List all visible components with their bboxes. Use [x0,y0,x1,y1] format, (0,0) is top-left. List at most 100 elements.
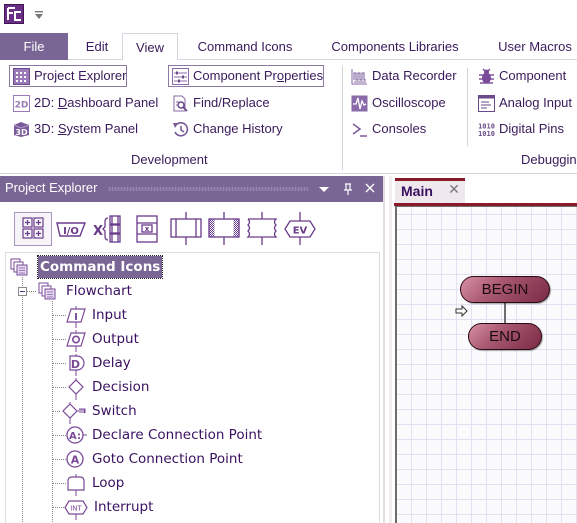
change-history-label: Change History [193,121,283,136]
component-macro-icon [208,212,240,245]
svg-text:INT: INT [70,505,82,513]
tree-guide-line [53,315,67,316]
component-debug-button[interactable]: Component [474,65,567,87]
insertion-arrow-icon [455,304,469,318]
change-history-button[interactable]: Change History [168,118,284,140]
collapse-toggle[interactable] [18,287,27,296]
tab-components-libraries[interactable]: Components Libraries [320,33,470,60]
component-properties-button[interactable]: Component Properties [168,65,325,87]
svg-text:3D: 3D [15,128,28,137]
project-explorer-title: Project Explorer [5,180,98,195]
component-macros-view-button[interactable] [168,212,204,246]
tree-item-label: Interrupt [94,499,154,515]
svg-text:A:: A: [69,431,81,442]
goto-connection-point-icon: A [64,450,88,468]
component-properties-label: Component Properties [193,68,324,83]
macros-view-button[interactable]: x [133,212,161,246]
find-replace-icon [172,95,189,112]
svg-text:D: D [71,358,80,371]
consoles-button[interactable]: Consoles [347,118,427,140]
flowchart-canvas[interactable] [395,206,577,523]
tab-view[interactable]: View [122,33,178,61]
component-debug-label: Component [499,68,567,83]
component-hatched-view-button[interactable] [206,212,242,246]
macro-icon: x [136,215,158,243]
tree-item-label: Decision [92,379,150,395]
grid-icon [22,217,44,239]
tree-guide-line [27,291,37,292]
system-panel-button[interactable]: 3D 3D: System Panel [9,118,139,140]
folder-pages-icon [38,282,58,300]
tab-main-label: Main [401,183,433,199]
declare-connection-point-icon: A: [64,426,88,444]
tab-command-icons[interactable]: Command Icons [186,33,304,60]
begin-terminator[interactable]: BEGIN [460,276,550,303]
dropdown-icon[interactable] [316,180,332,198]
project-explorer-label: Project Explorer [34,68,127,83]
system-panel-label: 3D: System Panel [34,121,139,136]
tree-item-label: Input [92,307,127,323]
tree-item-label: Switch [92,403,137,419]
pin-icon[interactable] [340,180,356,198]
tree-folder-label: Flowchart [66,283,132,299]
close-icon[interactable] [362,180,378,198]
svg-text:A: A [71,454,80,467]
switch-icon [60,399,86,424]
splitter-edge [383,176,385,523]
tree-guide-line [53,339,67,340]
dashboard-panel-label: 2D: Dashboard Panel [34,95,159,110]
analog-input-button[interactable]: Analog Input [474,92,573,114]
input-icon: I [66,303,86,328]
tree-guide-line [53,363,67,364]
flowcode-logo-icon[interactable] [4,4,24,24]
wavy-macros-view-button[interactable] [244,212,280,246]
dashboard-2d-icon: 2D [13,95,30,112]
drag-grip[interactable] [108,187,308,191]
tab-file[interactable]: File [0,33,68,60]
ports-view-button[interactable]: I/O [55,212,87,246]
decision-icon [66,375,86,400]
command-icons-tree[interactable]: Command Icons Flowchart I Input Output D… [5,252,380,523]
project-explorer-icon [13,68,30,85]
find-replace-label: Find/Replace [193,95,270,110]
analog-input-label: Analog Input [499,95,573,110]
consoles-label: Consoles [372,121,427,136]
analog-input-icon [478,95,495,112]
tree-item-label: Delay [92,355,131,371]
events-view-button[interactable]: EV [282,212,318,246]
data-recorder-label: Data Recorder [372,68,457,83]
oscilloscope-button[interactable]: Oscilloscope [347,92,447,114]
tree-guide-line [52,301,53,523]
code-block-icon [246,212,278,245]
svg-text:2D: 2D [15,101,29,111]
folder-pages-icon [10,258,30,276]
tab-main[interactable]: Main ✕ [395,178,465,203]
delay-icon: D [66,351,86,376]
find-replace-button[interactable]: Find/Replace [168,92,271,114]
data-recorder-button[interactable]: Data Recorder [347,65,458,87]
interrupt-icon: INT [64,498,90,520]
tree-item-label: Loop [92,475,125,491]
tree-item-label: Declare Connection Point [92,427,263,443]
splitter-edge [389,176,392,523]
io-icon: I/O [56,222,87,237]
component-properties-icon [172,68,189,85]
globals-view-button[interactable]: X [92,212,128,246]
svg-text:x: x [145,225,150,233]
project-explorer-button[interactable]: Project Explorer [9,65,128,87]
panel-splitter[interactable] [383,176,393,523]
end-terminator[interactable]: END [468,323,542,350]
project-explorer-header[interactable]: Project Explorer [0,176,383,202]
tree-guide-line [53,387,67,388]
development-group-label: Development [131,152,208,167]
tab-user-macros[interactable]: User Macros [485,33,577,60]
dashboard-panel-button[interactable]: 2D 2D: Dashboard Panel [9,92,159,114]
command-icons-view-button[interactable] [14,212,52,246]
data-recorder-icon [351,68,368,85]
svg-text:I/O: I/O [63,226,79,237]
ribbon-panel: Project Explorer 2D 2D: Dashboard Panel … [0,60,577,174]
close-tab-icon[interactable]: ✕ [447,182,461,198]
digital-pins-button[interactable]: 1010 1010 Digital Pins [474,118,565,140]
tab-edit[interactable]: Edit [72,33,122,60]
customize-quick-access-icon[interactable] [34,9,44,19]
